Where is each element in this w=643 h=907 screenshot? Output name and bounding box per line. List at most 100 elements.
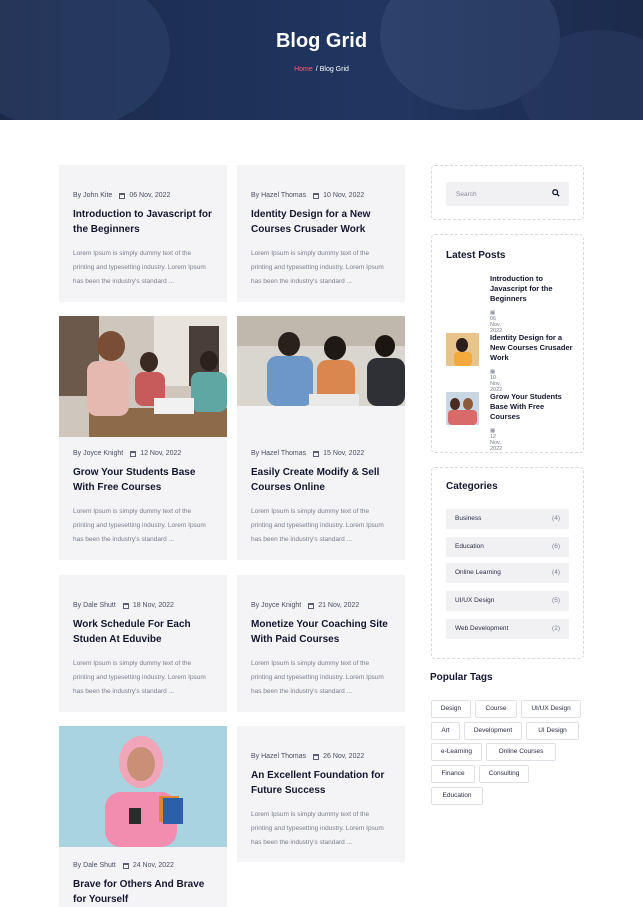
post-excerpt: Lorem Ipsum is simply dummy text of the … [73, 508, 206, 543]
post-date: 24 Nov, 2022 [132, 862, 174, 869]
tag-link[interactable]: UI/UX Design [521, 700, 581, 718]
post-date: 12 Nov, 2022 [140, 450, 182, 457]
blog-card[interactable]: By Joyce Knight 12 Nov, 2022 Grow Your St… [59, 316, 227, 560]
breadcrumb-current: Blog Grid [319, 66, 349, 73]
latest-post-date-text: 10 Nov, 2022 [490, 375, 503, 393]
latest-post-date: ▦ 12 Nov, 2022 [490, 428, 502, 452]
post-date: 10 Nov, 2022 [323, 192, 365, 199]
post-thumbnail[interactable] [59, 726, 227, 847]
blog-card[interactable]: By Dale Shutt 18 Nov, 2022 Work Schedule … [59, 575, 227, 712]
category-name: Business [455, 515, 482, 522]
post-author: By Joyce Knight [251, 602, 302, 609]
post-author: By Hazel Thomas [251, 753, 307, 760]
post-date: 26 Nov, 2022 [323, 753, 365, 760]
blog-card[interactable]: By Hazel Thomas 26 Nov, 2022 An Excellent… [237, 726, 405, 862]
latest-post-title[interactable]: Introduction to Javascript for the Begin… [490, 274, 575, 304]
tag-link[interactable]: Art [431, 722, 460, 740]
post-author: By Hazel Thomas [251, 450, 307, 457]
category-item[interactable]: UI/UX Design (5) [446, 591, 569, 611]
post-title[interactable]: An Excellent Foundation for Future Succe… [251, 768, 391, 798]
post-title[interactable]: Easily Create Modify & Sell Courses Onli… [251, 465, 391, 495]
category-item[interactable]: Web Development (2) [446, 619, 569, 639]
calendar-icon [119, 192, 126, 199]
page-hero-banner: Blog Grid Home / Blog Grid [0, 0, 643, 120]
category-count: (5) [552, 597, 560, 604]
post-title[interactable]: Grow Your Students Base With Free Course… [73, 465, 213, 495]
page-title: Blog Grid [275, 30, 368, 52]
hero-bg-shape [0, 0, 170, 120]
search-box [446, 182, 569, 206]
calendar-icon [313, 450, 320, 457]
post-thumbnail[interactable] [237, 316, 405, 406]
breadcrumb-home-link[interactable]: Home [294, 66, 313, 73]
tag-link[interactable]: Design [431, 700, 471, 718]
calendar-icon [122, 602, 129, 609]
popular-tags-title: Popular Tags [430, 672, 493, 683]
latest-post-date: ▦ 06 Nov, 2022 [490, 310, 502, 334]
tag-link[interactable]: Consulting [479, 765, 529, 783]
post-date: 06 Nov, 2022 [129, 192, 171, 199]
post-author: By Hazel Thomas [251, 192, 307, 199]
latest-post-title[interactable]: Grow Your Students Base With Free Course… [490, 392, 575, 422]
tag-link[interactable]: Development [464, 722, 522, 740]
post-title[interactable]: Introduction to Javascript for the Begin… [73, 207, 213, 237]
latest-post-thumbnail[interactable] [446, 392, 479, 425]
search-input[interactable] [446, 182, 546, 206]
widget-title: Categories [446, 481, 498, 492]
category-name: Web Development [455, 625, 509, 632]
post-excerpt: Lorem Ipsum is simply dummy text of the … [73, 250, 206, 285]
search-widget [431, 165, 584, 220]
calendar-icon [308, 602, 315, 609]
post-date: 15 Nov, 2022 [323, 450, 365, 457]
post-thumbnail[interactable] [59, 316, 227, 437]
post-title[interactable]: Identity Design for a New Courses Crusad… [251, 207, 391, 237]
post-date: 21 Nov, 2022 [318, 602, 360, 609]
post-author: By John Kite [73, 192, 113, 199]
categories-widget: Categories Business (4) Education (6) Onli… [431, 467, 584, 659]
blog-card[interactable]: By Joyce Knight 21 Nov, 2022 Monetize You… [237, 575, 405, 712]
post-title[interactable]: Monetize Your Coaching Site With Paid Co… [251, 617, 391, 647]
tag-link[interactable]: Online Courses [486, 743, 556, 761]
category-item[interactable]: Business (4) [446, 509, 569, 529]
post-excerpt: Lorem Ipsum is simply dummy text of the … [251, 660, 384, 695]
latest-post-title[interactable]: Identity Design for a New Courses Crusad… [490, 333, 575, 363]
tag-link[interactable]: e-Learning [431, 743, 482, 761]
post-author: By Dale Shutt [73, 862, 116, 869]
latest-post-date: ▦ 10 Nov, 2022 [490, 369, 502, 393]
blog-card[interactable]: By Hazel Thomas 15 Nov, 2022 Easily Creat… [237, 316, 405, 560]
breadcrumb: Home / Blog Grid [0, 66, 643, 73]
category-count: (2) [552, 625, 560, 632]
category-item[interactable]: Online Learning (4) [446, 563, 569, 583]
calendar-icon [313, 753, 320, 760]
latest-post-thumbnail[interactable] [446, 333, 479, 366]
blog-card[interactable]: By Hazel Thomas 10 Nov, 2022 Identity Des… [237, 165, 405, 302]
latest-post-date-text: 06 Nov, 2022 [490, 316, 503, 334]
category-count: (4) [552, 569, 560, 576]
category-name: Online Learning [455, 569, 501, 576]
calendar-icon [130, 450, 137, 457]
category-name: UI/UX Design [455, 597, 495, 604]
tag-link[interactable]: Course [475, 700, 517, 718]
tag-link[interactable]: Education [431, 787, 483, 805]
search-icon[interactable] [552, 189, 560, 197]
post-author: By Joyce Knight [73, 450, 124, 457]
post-title[interactable]: Brave for Others And Brave for Yourself [73, 877, 213, 907]
calendar-icon [313, 192, 320, 199]
post-author: By Dale Shutt [73, 602, 116, 609]
post-excerpt: Lorem Ipsum is simply dummy text of the … [73, 660, 206, 695]
breadcrumb-separator: / [315, 66, 318, 73]
post-excerpt: Lorem Ipsum is simply dummy text of the … [251, 250, 384, 285]
tag-link[interactable]: UI Design [526, 722, 579, 740]
post-date: 18 Nov, 2022 [132, 602, 174, 609]
blog-card[interactable]: By John Kite 06 Nov, 2022 Introduction to… [59, 165, 227, 302]
widget-title: Latest Posts [446, 250, 506, 261]
tag-link[interactable]: Finance [431, 765, 475, 783]
latest-posts-widget: Latest Posts Introduction to Javascript … [431, 234, 584, 453]
category-item[interactable]: Education (6) [446, 537, 569, 557]
blog-card[interactable]: By Dale Shutt 24 Nov, 2022 Brave for Othe… [59, 726, 227, 907]
post-title[interactable]: Work Schedule For Each Studen At Eduvibe [73, 617, 213, 647]
latest-post-date-text: 12 Nov, 2022 [490, 434, 503, 452]
calendar-icon [122, 862, 129, 869]
category-count: (6) [552, 543, 560, 550]
post-excerpt: Lorem Ipsum is simply dummy text of the … [251, 811, 384, 846]
